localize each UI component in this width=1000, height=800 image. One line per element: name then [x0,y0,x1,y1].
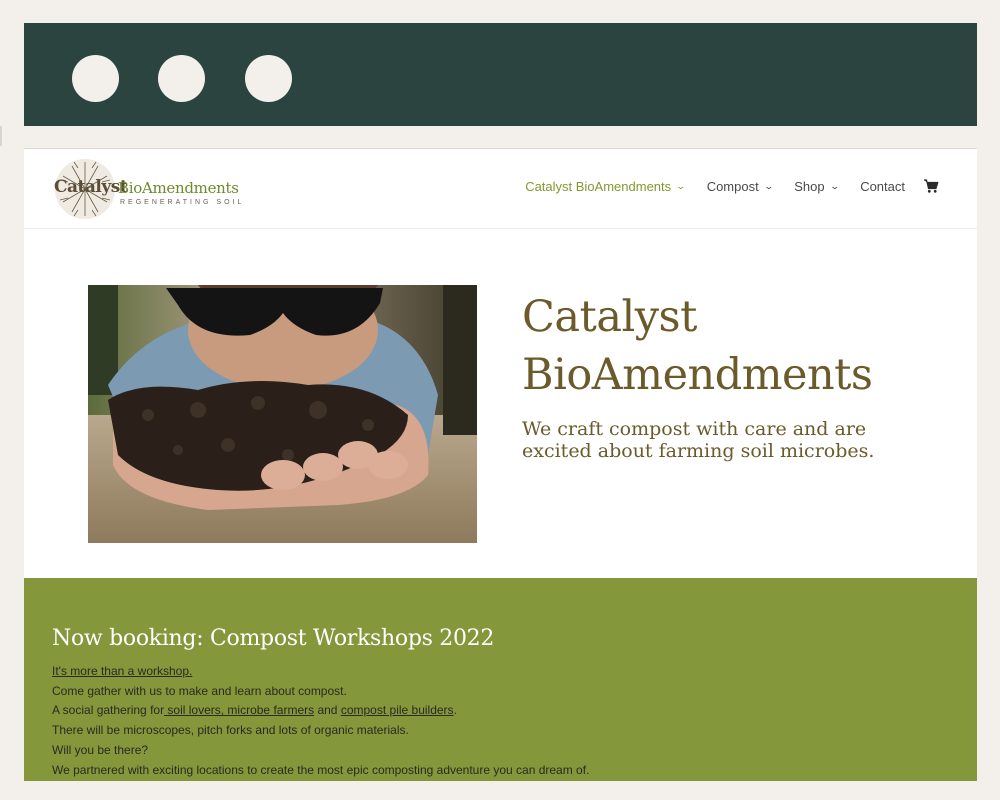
chevron-down-icon: ⌄ [675,180,687,191]
logo-tagline: REGENERATING SOIL [120,199,245,206]
workshops-line: A social gathering for soil lovers, micr… [52,701,932,721]
site-header: Catalyst BioAmendments REGENERATING SOIL… [24,148,977,229]
workshops-section: Now booking: Compost Workshops 2022 It's… [24,578,977,781]
window-maximize-button[interactable] [245,55,292,102]
compost-pile-builders-link[interactable]: compost pile builders [341,703,454,717]
nav-item-label: Catalyst BioAmendments [525,178,672,194]
text-segment: . [453,703,457,718]
workshops-text: It's more than a workshop. Come gather w… [52,662,932,780]
chevron-down-icon: ⌄ [763,180,774,191]
hero-title-line: Catalyst [522,292,697,342]
nav-item-compost[interactable]: Compost ⌄ [706,178,774,194]
workshops-line: We partnered with exciting locations to … [52,762,590,777]
hero-subtitle-line: We craft compost with care and are [522,418,867,440]
nav-item-label: Contact [860,178,905,194]
workshops-line: There will be microscopes, pitch forks a… [52,723,409,738]
workshops-line: Come gather with us to make and learn ab… [52,683,347,698]
nav-item-shop[interactable]: Shop ⌄ [794,178,840,194]
hero-photo-compost-hands [88,285,477,543]
site-logo[interactable]: Catalyst BioAmendments REGENERATING SOIL [54,158,254,220]
hero-title: Catalyst BioAmendments [522,288,873,404]
logo-word-catalyst: Catalyst [54,177,128,197]
cart-icon[interactable] [923,178,939,194]
nav-item-label: Shop [794,178,825,194]
hero-subtitle: We craft compost with care and are excit… [522,418,902,462]
window-close-button[interactable] [72,55,119,102]
nav-item-catalyst-bioamendments[interactable]: Catalyst BioAmendments ⌄ [525,178,687,194]
workshops-line: Will you be there? [52,742,149,757]
workshops-heading: Now booking: Compost Workshops 2022 [52,626,495,651]
soil-lovers-link[interactable]: soil lovers, microbe farmers [164,703,314,717]
nav-item-label: Compost [706,178,759,194]
more-than-workshop-link[interactable]: It's more than a workshop. [52,664,192,678]
hero-title-line: BioAmendments [522,350,873,400]
divider [0,126,2,146]
hero-subtitle-line: excited about farming soil microbes. [522,440,875,462]
web-page: Catalyst BioAmendments REGENERATING SOIL… [24,148,977,781]
text-segment: and [314,703,341,718]
nav-item-contact[interactable]: Contact [860,179,905,194]
main-nav: Catalyst BioAmendments ⌄ Compost ⌄ Shop … [503,178,939,194]
chevron-down-icon: ⌄ [829,180,840,191]
logo-word-bioamendments: BioAmendments [118,179,239,197]
window-minimize-button[interactable] [158,55,205,102]
text-segment: A social gathering for [52,703,165,718]
browser-chrome [24,23,977,126]
